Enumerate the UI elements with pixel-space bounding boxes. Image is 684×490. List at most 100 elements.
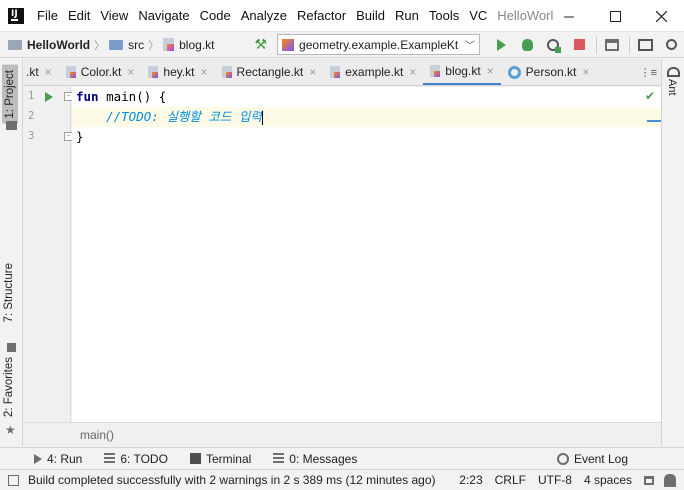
tool-tab-favorites[interactable]: 2: Favorites bbox=[3, 357, 15, 417]
caret-position[interactable]: 2:23 bbox=[459, 473, 482, 487]
file-encoding[interactable]: UTF-8 bbox=[538, 473, 572, 487]
minimize-button[interactable] bbox=[546, 0, 592, 32]
toolwindow-label: Terminal bbox=[205, 451, 252, 466]
close-tab-icon[interactable]: × bbox=[201, 65, 208, 79]
menu-file[interactable]: File bbox=[37, 8, 58, 23]
maximize-button[interactable] bbox=[592, 0, 638, 32]
tab-label: Color.kt bbox=[80, 65, 122, 79]
nav-crumb-project[interactable]: HelloWorld bbox=[8, 38, 90, 52]
kotlin-file-icon bbox=[221, 66, 232, 78]
main-menu: File Edit View Navigate Code Analyze Ref… bbox=[37, 8, 497, 23]
terminal-icon bbox=[189, 453, 201, 464]
toolwindow-terminal[interactable]: Terminal bbox=[189, 451, 252, 466]
kotlin-file-icon bbox=[163, 38, 175, 51]
line-number: 3 bbox=[28, 130, 35, 142]
toolwindow-run[interactable]: 4: Run bbox=[34, 452, 82, 466]
toolbar-divider bbox=[629, 35, 631, 54]
kotlin-file-icon bbox=[65, 66, 76, 78]
status-message[interactable]: Build completed successfully with 2 warn… bbox=[28, 473, 436, 487]
menu-code[interactable]: Code bbox=[200, 8, 231, 23]
close-tab-icon[interactable]: × bbox=[487, 64, 494, 78]
editor-breadcrumb[interactable]: main() bbox=[24, 422, 661, 446]
tab-label: blog.kt bbox=[445, 63, 481, 78]
close-tab-icon[interactable]: × bbox=[309, 65, 316, 79]
screen-icon bbox=[637, 38, 653, 51]
code-editor[interactable]: fun main() { //TODO: 실행할 코드 입력 } ✔ bbox=[72, 87, 661, 422]
tool-tab-ant[interactable]: Ant bbox=[666, 79, 678, 96]
tab-hey-kt[interactable]: hey.kt × bbox=[141, 59, 214, 85]
tab-rectangle-kt[interactable]: Rectangle.kt × bbox=[215, 59, 324, 85]
tool-tab-project[interactable]: 1: Project bbox=[2, 65, 18, 124]
kotlin-icon bbox=[282, 38, 295, 51]
tabs-overflow-icon[interactable]: ⋮≡ bbox=[640, 66, 657, 79]
chevron-right-icon: 〉 bbox=[94, 39, 106, 52]
tab-example-kt[interactable]: example.kt × bbox=[323, 59, 423, 85]
close-tab-icon[interactable]: × bbox=[582, 65, 589, 79]
menu-view[interactable]: View bbox=[100, 8, 128, 23]
presentation-button[interactable] bbox=[634, 34, 656, 56]
menu-build[interactable]: Build bbox=[356, 8, 385, 23]
line-number: 1 bbox=[28, 90, 35, 102]
tab-color-kt[interactable]: Color.kt × bbox=[59, 59, 142, 85]
run-config-label: geometry.example.ExampleKt bbox=[299, 37, 459, 52]
editor-gutter: 1 2 3 − − bbox=[24, 87, 73, 422]
menu-edit[interactable]: Edit bbox=[68, 8, 90, 23]
menu-run[interactable]: Run bbox=[395, 8, 419, 23]
close-tab-icon[interactable]: × bbox=[409, 65, 416, 79]
tab-label: example.kt bbox=[345, 65, 404, 79]
scroll-marker bbox=[647, 120, 661, 122]
toolwindow-messages[interactable]: 0: Messages bbox=[273, 452, 357, 466]
run-button[interactable] bbox=[490, 34, 512, 56]
play-icon bbox=[496, 38, 506, 51]
menu-tools[interactable]: Tools bbox=[429, 8, 459, 23]
tool-window-bar: 4: Run 6: TODO Terminal 0: Messages Even… bbox=[0, 447, 684, 469]
project-structure-button[interactable] bbox=[601, 34, 623, 56]
line-separator[interactable]: CRLF bbox=[495, 473, 526, 487]
search-everywhere-button[interactable] bbox=[660, 34, 682, 56]
run-with-coverage-button[interactable] bbox=[542, 34, 564, 56]
toggle-tool-windows-icon[interactable] bbox=[8, 474, 19, 486]
build-hammer-icon[interactable]: ⚒ bbox=[254, 36, 267, 53]
run-gutter-icon[interactable] bbox=[45, 92, 53, 102]
nav-crumb-file[interactable]: blog.kt bbox=[163, 38, 214, 52]
nav-crumb-src[interactable]: src bbox=[109, 38, 144, 52]
tool-tab-structure[interactable]: 7: Structure bbox=[3, 263, 15, 322]
menu-refactor[interactable]: Refactor bbox=[297, 8, 346, 23]
nav-src-label: src bbox=[128, 37, 145, 52]
chevron-right-icon: 〉 bbox=[148, 39, 160, 52]
intellij-logo-icon: IJ bbox=[8, 7, 24, 24]
toolwindow-event-log[interactable]: Event Log bbox=[556, 452, 628, 466]
messages-icon bbox=[273, 453, 285, 464]
close-tab-icon[interactable]: × bbox=[45, 65, 52, 79]
window-controls bbox=[546, 0, 684, 32]
debug-button[interactable] bbox=[516, 34, 538, 56]
menu-navigate[interactable]: Navigate bbox=[138, 8, 189, 23]
tab-partial-kt[interactable]: .kt × bbox=[24, 59, 59, 85]
menu-vcs[interactable]: VC bbox=[469, 8, 487, 23]
kotlin-class-icon bbox=[507, 65, 521, 79]
minimize-icon bbox=[563, 16, 574, 17]
lock-icon[interactable] bbox=[644, 475, 654, 485]
close-tab-icon[interactable]: × bbox=[127, 65, 134, 79]
tab-blog-kt[interactable]: blog.kt × bbox=[423, 59, 501, 85]
hector-inspector-icon[interactable] bbox=[664, 473, 676, 487]
stop-button[interactable] bbox=[568, 34, 590, 56]
indent-setting[interactable]: 4 spaces bbox=[584, 473, 632, 487]
close-icon bbox=[655, 10, 667, 22]
menu-analyze[interactable]: Analyze bbox=[241, 8, 287, 23]
ant-icon bbox=[667, 67, 680, 77]
close-window-button[interactable] bbox=[638, 0, 684, 32]
kotlin-file-icon bbox=[430, 64, 441, 77]
kotlin-file-icon bbox=[148, 66, 159, 78]
coverage-icon bbox=[547, 38, 562, 53]
run-configuration-select[interactable]: geometry.example.ExampleKt ﹀ bbox=[277, 34, 481, 55]
search-icon bbox=[665, 39, 677, 50]
tab-label: Person.kt bbox=[525, 65, 577, 79]
no-problems-check-icon[interactable]: ✔ bbox=[645, 89, 655, 103]
project-folder-icon bbox=[8, 39, 22, 50]
todo-comment: //TODO: 실행할 코드 입력 bbox=[106, 109, 262, 124]
tab-person-kt[interactable]: Person.kt × bbox=[501, 59, 597, 85]
right-tool-strip: Ant bbox=[661, 59, 684, 446]
toolwindow-todo[interactable]: 6: TODO bbox=[104, 452, 168, 466]
menu-bar: IJ File Edit View Navigate Code Analyze … bbox=[0, 0, 684, 32]
